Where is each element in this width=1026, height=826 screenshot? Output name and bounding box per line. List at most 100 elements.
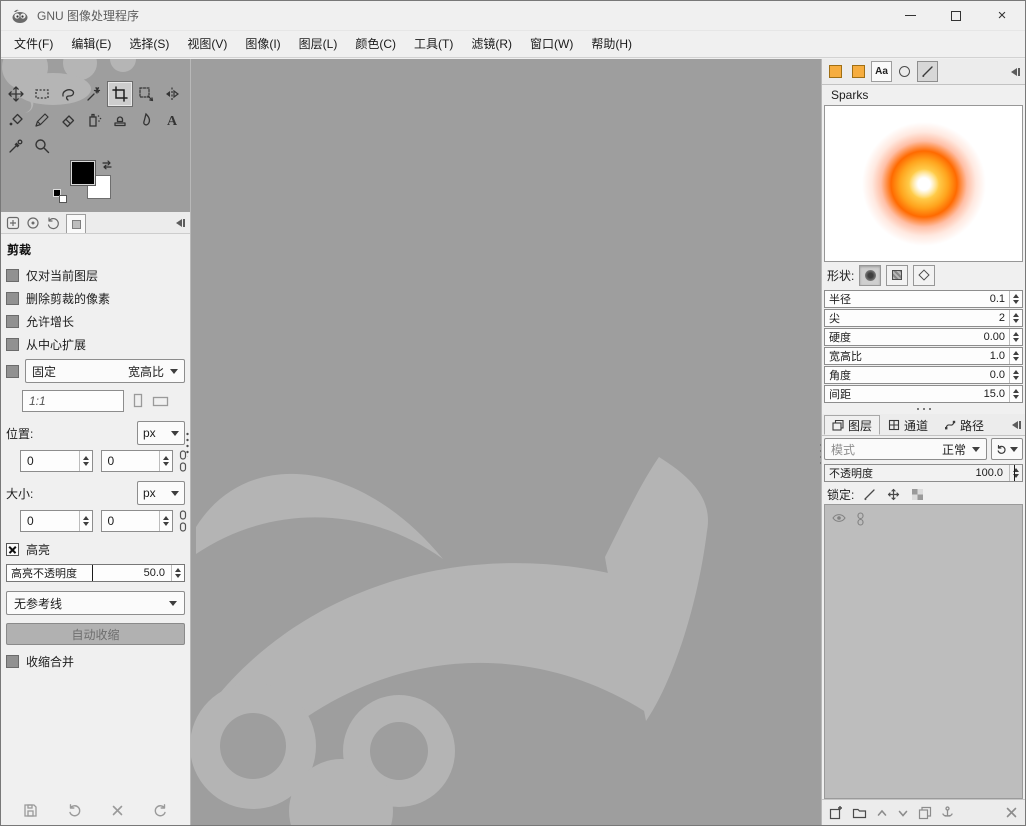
- position-x-input[interactable]: 0: [20, 450, 93, 472]
- menu-image[interactable]: 图像(I): [236, 31, 289, 57]
- spikes-slider[interactable]: 尖 2: [824, 309, 1023, 327]
- menu-layer[interactable]: 图层(L): [290, 31, 347, 57]
- undo-history-icon[interactable]: [46, 216, 60, 230]
- gradients-tab[interactable]: [848, 61, 869, 82]
- spinner-arrows[interactable]: [1009, 310, 1022, 326]
- text-tool-button[interactable]: A: [159, 107, 185, 133]
- highlight-opacity-slider[interactable]: 高亮不透明度 50.0: [6, 564, 185, 582]
- eraser-tool-button[interactable]: [55, 107, 81, 133]
- crop-tool-button[interactable]: [107, 81, 133, 107]
- layer-mode-select[interactable]: 模式 正常: [824, 438, 987, 460]
- shape-circle-button[interactable]: [859, 265, 881, 286]
- menu-select[interactable]: 选择(S): [120, 31, 178, 57]
- guides-select[interactable]: 无参考线: [6, 591, 185, 615]
- anchor-layer-button[interactable]: [941, 806, 954, 819]
- portrait-orientation-icon[interactable]: [131, 393, 145, 409]
- option-allow-growing[interactable]: 允许增长: [6, 313, 185, 330]
- landscape-orientation-icon[interactable]: [152, 393, 170, 409]
- angle-slider[interactable]: 角度 0.0: [824, 366, 1023, 384]
- tab-paths[interactable]: 路径: [936, 415, 992, 435]
- chain-link-icon[interactable]: [178, 510, 188, 532]
- tool-options-tab[interactable]: [66, 214, 86, 233]
- spinner-arrows[interactable]: [79, 511, 92, 531]
- option-expand-from-center[interactable]: 从中心扩展: [6, 336, 185, 353]
- brush-editor-tab[interactable]: [917, 61, 938, 82]
- spinner-arrows[interactable]: [159, 451, 172, 471]
- spinner-arrows[interactable]: [1009, 367, 1022, 383]
- close-button[interactable]: ×: [979, 1, 1025, 31]
- mode-options-button[interactable]: [991, 438, 1023, 460]
- layer-opacity-slider[interactable]: 不透明度 100.0: [824, 464, 1023, 482]
- menu-edit[interactable]: 编辑(E): [62, 31, 120, 57]
- spinner-arrows[interactable]: [1009, 386, 1022, 402]
- restore-preset-icon[interactable]: [67, 803, 82, 818]
- new-group-button[interactable]: [852, 806, 867, 819]
- shape-square-button[interactable]: [886, 265, 908, 286]
- spinner-arrows[interactable]: [171, 565, 184, 581]
- patterns-tab[interactable]: [825, 61, 846, 82]
- hardness-slider[interactable]: 硬度 0.00: [824, 328, 1023, 346]
- lock-pixels-button[interactable]: [860, 486, 878, 503]
- free-select-tool-button[interactable]: [55, 81, 81, 107]
- spinner-arrows[interactable]: [159, 511, 172, 531]
- dock-menu-button[interactable]: [1007, 419, 1021, 431]
- spinner-arrows[interactable]: [79, 451, 92, 471]
- position-y-input[interactable]: 0: [101, 450, 174, 472]
- size-height-input[interactable]: 0: [101, 510, 174, 532]
- lock-position-button[interactable]: [884, 486, 902, 503]
- dock-menu-button[interactable]: [1006, 66, 1020, 78]
- transform-tool-button[interactable]: [133, 81, 159, 107]
- spinner-arrows[interactable]: [1009, 291, 1022, 307]
- duplicate-layer-button[interactable]: [918, 806, 932, 820]
- fonts-tab[interactable]: Aa: [871, 61, 892, 82]
- spacing-slider[interactable]: 间距 15.0: [824, 385, 1023, 403]
- tab-channels[interactable]: 通道: [880, 415, 936, 435]
- lower-layer-button[interactable]: [897, 807, 909, 819]
- tab-layers[interactable]: 图层: [824, 415, 880, 435]
- minimize-button[interactable]: [887, 1, 933, 31]
- default-colors-icon[interactable]: [53, 189, 67, 203]
- maximize-button[interactable]: [933, 1, 979, 31]
- fixed-checkbox[interactable]: [6, 365, 19, 378]
- aspect-ratio-slider[interactable]: 宽高比 1.0: [824, 347, 1023, 365]
- dynamics-tab[interactable]: [894, 61, 915, 82]
- aspect-ratio-input[interactable]: 1:1: [22, 390, 124, 412]
- spinner-arrows[interactable]: [1009, 329, 1022, 345]
- size-width-input[interactable]: 0: [20, 510, 93, 532]
- left-panel-resize-grip[interactable]: [185, 431, 190, 457]
- bucket-fill-tool-button[interactable]: [3, 107, 29, 133]
- pencil-tool-button[interactable]: [29, 107, 55, 133]
- swap-colors-icon[interactable]: [101, 159, 113, 171]
- menu-windows[interactable]: 窗口(W): [521, 31, 582, 57]
- foreground-color-swatch[interactable]: [71, 161, 95, 185]
- flip-tool-button[interactable]: [159, 81, 185, 107]
- reset-options-icon[interactable]: [153, 803, 168, 818]
- tool-options-icon[interactable]: [6, 216, 20, 230]
- position-unit-select[interactable]: px: [137, 421, 185, 445]
- move-tool-button[interactable]: [3, 81, 29, 107]
- option-shrink-merged[interactable]: 收缩合并: [6, 653, 185, 670]
- menu-file[interactable]: 文件(F): [5, 31, 62, 57]
- menu-colors[interactable]: 颜色(C): [346, 31, 405, 57]
- fuzzy-select-tool-button[interactable]: [81, 81, 107, 107]
- device-status-icon[interactable]: [26, 216, 40, 230]
- menu-help[interactable]: 帮助(H): [582, 31, 641, 57]
- delete-layer-button[interactable]: [1005, 806, 1018, 819]
- lock-alpha-button[interactable]: [908, 486, 926, 503]
- option-highlight[interactable]: 高亮: [6, 541, 185, 558]
- rectangle-select-tool-button[interactable]: [29, 81, 55, 107]
- smudge-tool-button[interactable]: [133, 107, 159, 133]
- dock-menu-button[interactable]: [171, 217, 185, 229]
- clone-tool-button[interactable]: [107, 107, 133, 133]
- delete-preset-icon[interactable]: [111, 804, 124, 817]
- canvas[interactable]: [191, 59, 823, 825]
- option-delete-cropped-pixels[interactable]: 删除剪裁的像素: [6, 290, 185, 307]
- dock-divider-grip[interactable]: [822, 404, 1025, 414]
- layers-list[interactable]: [824, 504, 1023, 799]
- raise-layer-button[interactable]: [876, 807, 888, 819]
- spinner-arrows[interactable]: [1009, 348, 1022, 364]
- radius-slider[interactable]: 半径 0.1: [824, 290, 1023, 308]
- menu-tools[interactable]: 工具(T): [405, 31, 462, 57]
- save-preset-icon[interactable]: [23, 803, 38, 818]
- new-layer-button[interactable]: [829, 806, 843, 820]
